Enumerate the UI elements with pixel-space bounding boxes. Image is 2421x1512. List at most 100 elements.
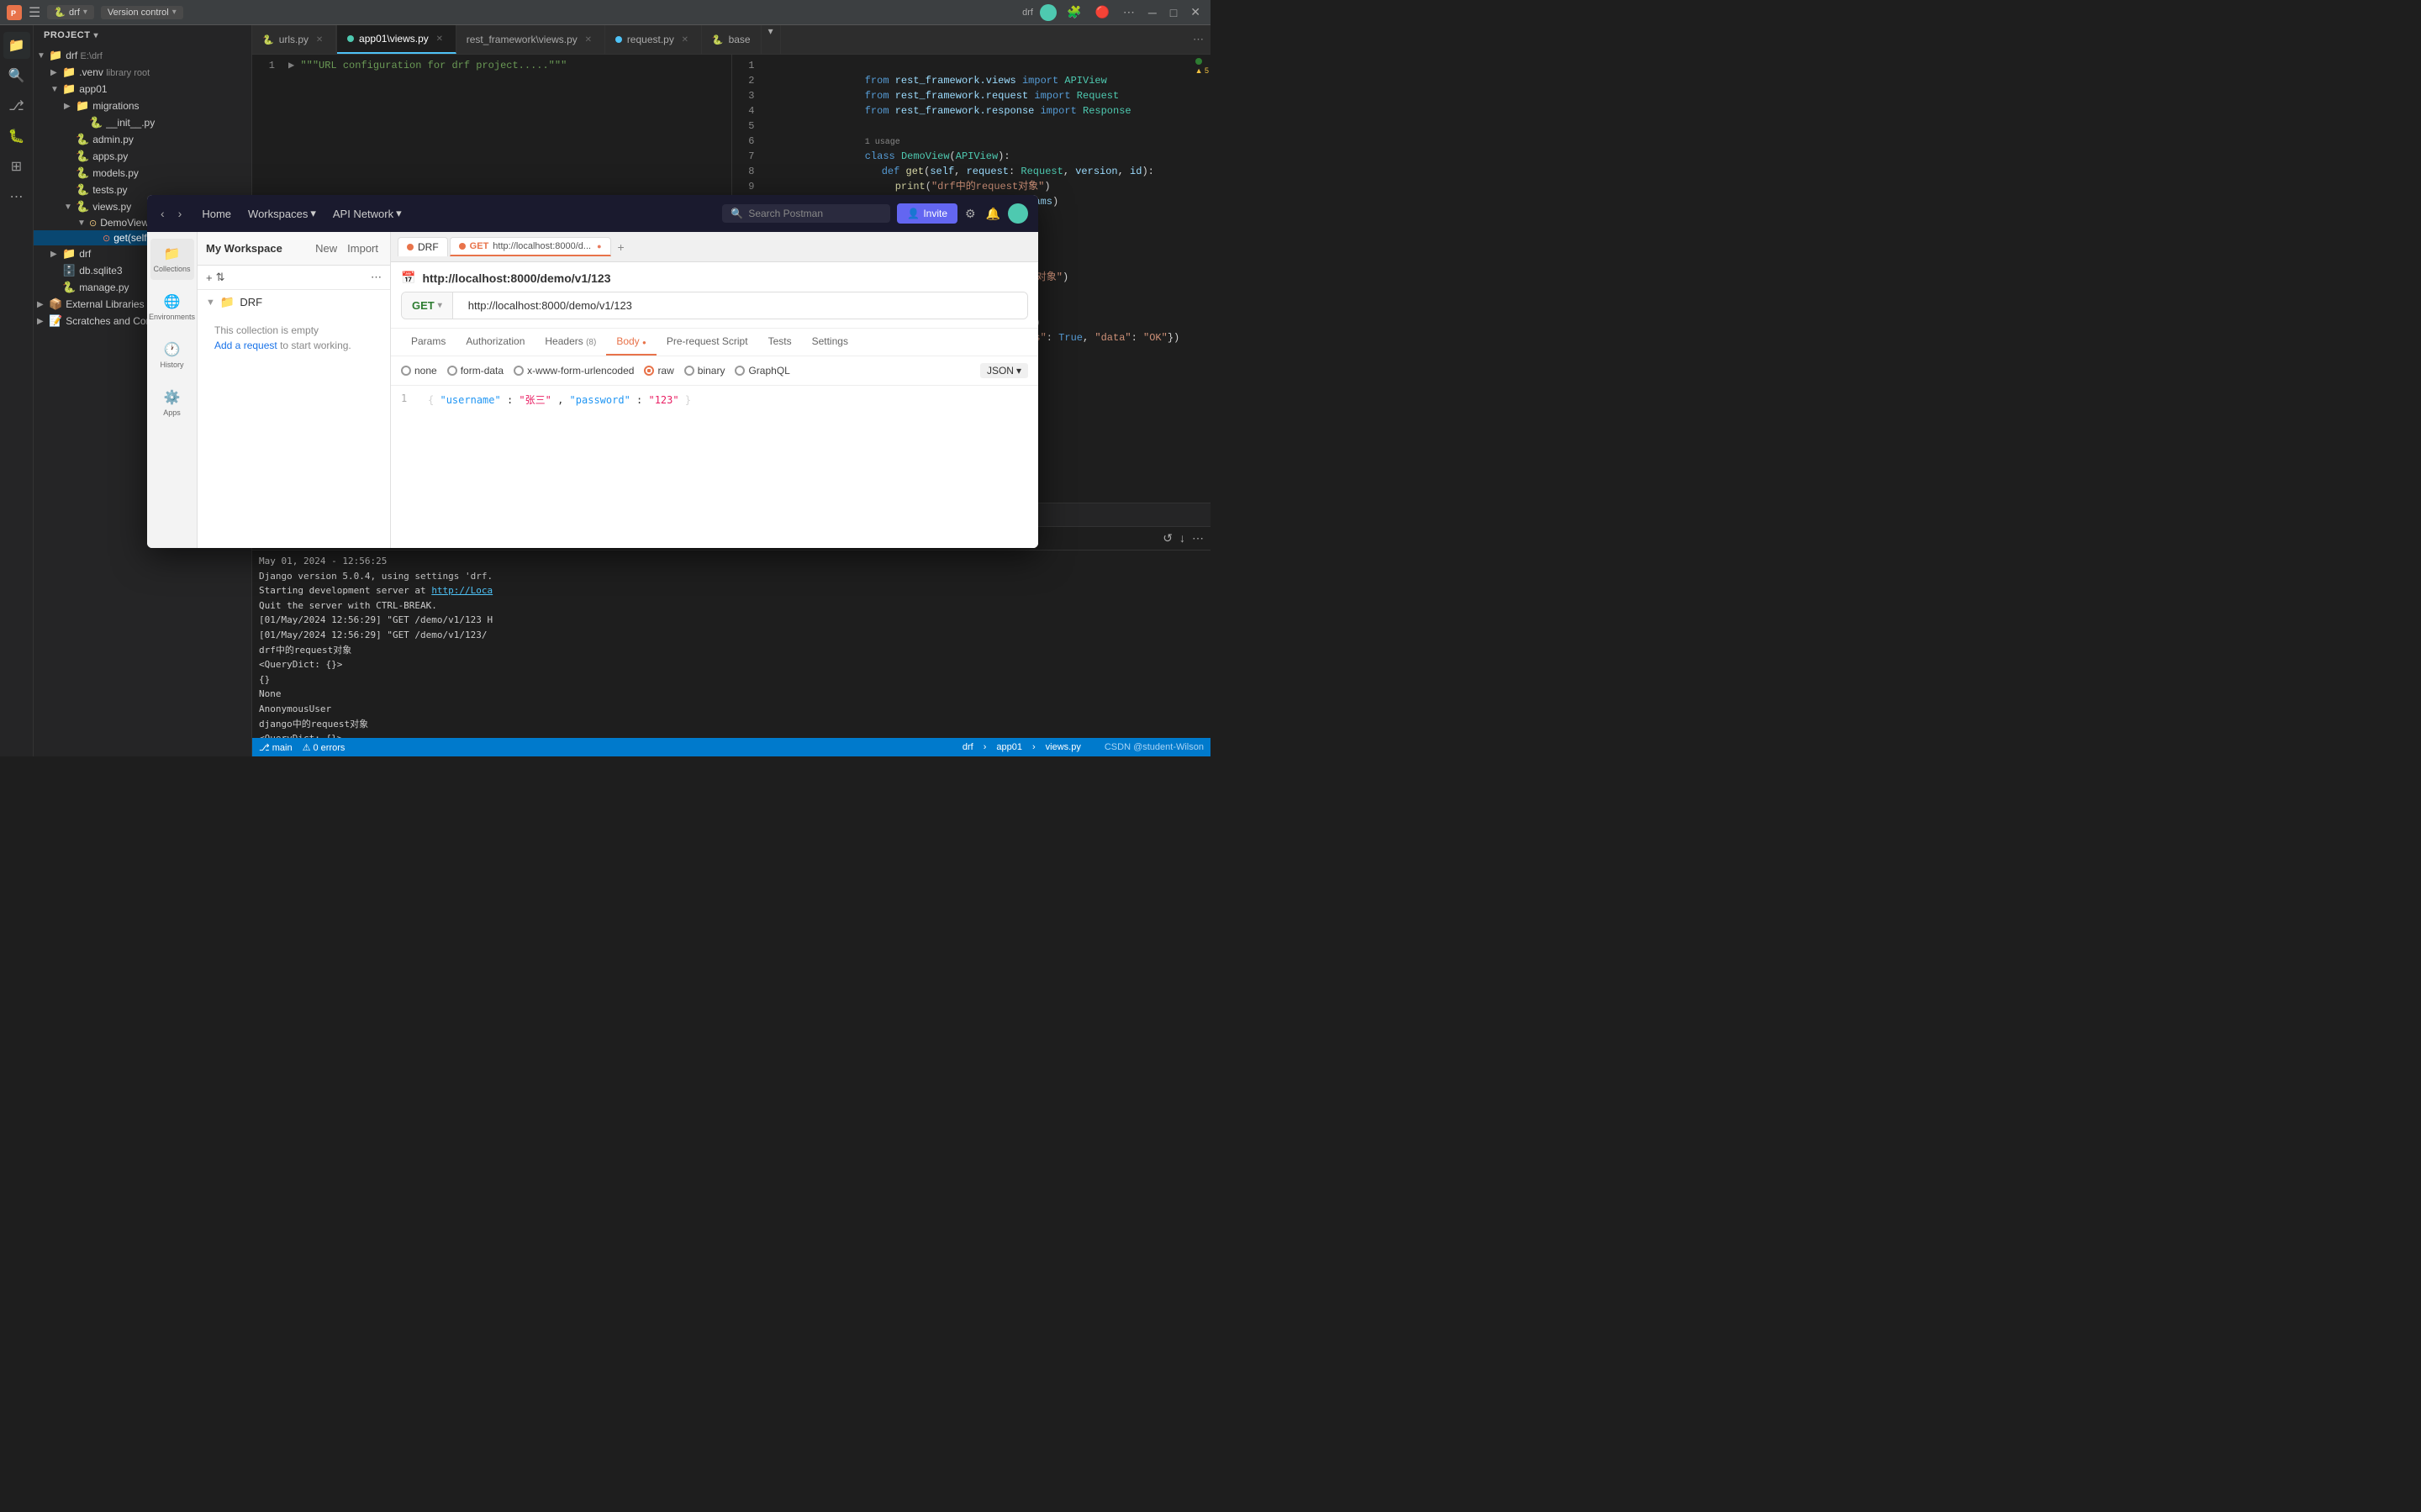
pm-add-collection-btn[interactable]: + bbox=[206, 271, 213, 284]
tab-more-icon[interactable]: ▾ bbox=[762, 25, 780, 54]
tree-item-init[interactable]: ▶ 🐍 __init__.py bbox=[34, 114, 251, 131]
pm-body-tab[interactable]: Body ● bbox=[606, 329, 657, 356]
tab-settings-icon[interactable]: ⋯ bbox=[1193, 33, 1204, 46]
pm-new-collection-btn[interactable]: New bbox=[312, 240, 340, 256]
pm-api-network-link[interactable]: API Network ▾ bbox=[326, 203, 409, 224]
user-avatar[interactable] bbox=[1040, 4, 1057, 21]
pm-method-dropdown[interactable]: GET ▾ bbox=[402, 292, 453, 319]
pm-format-dropdown[interactable]: JSON ▾ bbox=[980, 363, 1028, 378]
sidebar-search-icon[interactable]: 🔍 bbox=[3, 62, 30, 89]
tab-group-left: 🐍 urls.py ✕ bbox=[252, 25, 337, 54]
tab-request-py[interactable]: request.py ✕ bbox=[605, 25, 702, 54]
pm-code-line-1: 1 { "username" : "张三" , "password" : "12… bbox=[401, 392, 1028, 407]
pm-body-raw[interactable]: raw bbox=[644, 365, 673, 377]
pm-url-input[interactable] bbox=[460, 292, 1027, 319]
sidebar-extensions-icon[interactable]: ⊞ bbox=[3, 153, 30, 180]
tree-item-drf[interactable]: ▼ 📁 drf E:\drf bbox=[34, 47, 251, 64]
tree-item-models[interactable]: ▶ 🐍 models.py bbox=[34, 165, 251, 182]
pm-add-tab-btn[interactable]: + bbox=[613, 239, 630, 256]
pm-prerequest-tab[interactable]: Pre-request Script bbox=[657, 329, 758, 356]
status-views: views.py bbox=[1046, 742, 1081, 752]
pm-bell-icon[interactable]: 🔔 bbox=[984, 204, 1003, 224]
pm-body: 📁 Collections 🌐 Environments 🕐 History ⚙… bbox=[147, 232, 1038, 548]
more-run-options-icon[interactable]: ⋯ bbox=[1192, 531, 1204, 545]
sidebar-debug-icon[interactable]: 🐛 bbox=[3, 123, 30, 150]
pm-body-binary-radio[interactable] bbox=[684, 366, 694, 376]
pm-params-tab[interactable]: Params bbox=[401, 329, 456, 356]
status-bar-right: drf › app01 › views.py CSDN @student-Wil… bbox=[963, 742, 1204, 752]
more-options-icon[interactable]: ⋯ bbox=[1120, 3, 1138, 21]
sidebar-files-icon[interactable]: 📁 bbox=[3, 32, 30, 59]
pm-main-area: DRF GET http://localhost:8000/d... ● + 📅… bbox=[391, 232, 1038, 548]
pm-settings-icon[interactable]: ⚙ bbox=[963, 204, 978, 224]
hamburger-menu[interactable]: ☰ bbox=[29, 4, 40, 21]
pm-body-code-area[interactable]: 1 { "username" : "张三" , "password" : "12… bbox=[391, 386, 1038, 548]
pm-get-tab[interactable]: GET http://localhost:8000/d... ● bbox=[450, 237, 611, 256]
minimize-icon[interactable]: ─ bbox=[1145, 4, 1160, 21]
pm-history-nav-item[interactable]: 🕐 History bbox=[150, 335, 194, 376]
tab-base[interactable]: 🐍 base bbox=[702, 25, 762, 54]
pm-user-avatar[interactable] bbox=[1008, 203, 1028, 224]
pm-apps-icon: ⚙️ bbox=[164, 389, 181, 406]
pm-method-chevron: ▾ bbox=[438, 301, 442, 310]
pm-collection-empty-msg: This collection is empty Add a request t… bbox=[198, 314, 390, 361]
maximize-icon[interactable]: □ bbox=[1167, 4, 1180, 21]
pm-drf-tab[interactable]: DRF bbox=[398, 237, 448, 256]
tree-item-app01[interactable]: ▼ 📁 app01 bbox=[34, 81, 251, 97]
sidebar-git-icon[interactable]: ⎇ bbox=[3, 92, 30, 119]
plugins-icon[interactable]: 🧩 bbox=[1063, 3, 1084, 21]
pm-history-icon: 🕐 bbox=[164, 341, 181, 358]
pm-url-bar: 📅 http://localhost:8000/demo/v1/123 GET … bbox=[391, 262, 1038, 329]
pm-forward-btn[interactable]: › bbox=[175, 205, 186, 222]
pm-body-urlencoded[interactable]: x-www-form-urlencoded bbox=[514, 365, 634, 377]
pm-body-none[interactable]: none bbox=[401, 365, 437, 377]
pm-body-binary[interactable]: binary bbox=[684, 365, 725, 377]
tree-item-admin[interactable]: ▶ 🐍 admin.py bbox=[34, 131, 251, 148]
pm-collections-nav-item[interactable]: 📁 Collections bbox=[150, 239, 194, 280]
pm-tests-tab[interactable]: Tests bbox=[758, 329, 802, 356]
pm-drf-collection[interactable]: ▼ 📁 DRF bbox=[198, 290, 390, 314]
pm-body-graphql[interactable]: GraphQL bbox=[735, 365, 789, 377]
pm-add-request-hint: Add a request to start working. bbox=[214, 340, 373, 351]
pm-more-collection-btn[interactable]: ⋯ bbox=[371, 271, 382, 284]
pm-settings-tab[interactable]: Settings bbox=[802, 329, 858, 356]
pm-body-none-radio[interactable] bbox=[401, 366, 411, 376]
branch-selector[interactable]: Version control ▾ bbox=[101, 6, 183, 19]
pm-body-raw-radio[interactable] bbox=[644, 366, 654, 376]
pm-empty-text: This collection is empty bbox=[214, 324, 373, 336]
project-selector[interactable]: 🐍 drf ▾ bbox=[47, 5, 94, 19]
tab-views-py[interactable]: app01\views.py ✕ bbox=[337, 25, 456, 54]
rerun-icon[interactable]: ↺ bbox=[1163, 531, 1173, 545]
notification-icon[interactable]: 🔴 bbox=[1091, 3, 1112, 21]
pm-add-request-link[interactable]: Add a request bbox=[214, 340, 277, 351]
tree-item-migrations[interactable]: ▶ 📁 migrations bbox=[34, 97, 251, 114]
pm-apps-nav-item[interactable]: ⚙️ Apps bbox=[150, 382, 194, 424]
tab-urls-py[interactable]: 🐍 urls.py ✕ bbox=[252, 25, 336, 54]
tree-item-venv[interactable]: ▶ 📁 .venv library root bbox=[34, 64, 251, 81]
pm-body-graphql-radio[interactable] bbox=[735, 366, 745, 376]
close-icon[interactable]: ✕ bbox=[1187, 3, 1204, 21]
tree-item-apps[interactable]: ▶ 🐍 apps.py bbox=[34, 148, 251, 165]
scroll-to-end-icon[interactable]: ↓ bbox=[1179, 531, 1185, 545]
run-output: May 01, 2024 - 12:56:25 Django version 5… bbox=[252, 551, 1210, 738]
pm-home-link[interactable]: Home bbox=[195, 204, 238, 224]
pm-body-urlencoded-radio[interactable] bbox=[514, 366, 524, 376]
pm-invite-btn[interactable]: 👤 Invite bbox=[897, 203, 957, 224]
pm-headers-tab[interactable]: Headers (8) bbox=[535, 329, 606, 356]
activity-bar: 📁 🔍 ⎇ 🐛 ⊞ ⋯ bbox=[0, 25, 34, 756]
pm-search-bar[interactable]: 🔍 Search Postman bbox=[722, 204, 890, 223]
pm-environments-label: Environments bbox=[149, 313, 195, 321]
pm-environments-nav-item[interactable]: 🌐 Environments bbox=[150, 287, 194, 328]
pm-back-btn[interactable]: ‹ bbox=[157, 205, 168, 222]
pm-body-formdata-radio[interactable] bbox=[447, 366, 457, 376]
pm-auth-tab[interactable]: Authorization bbox=[456, 329, 535, 356]
pm-body-options: none form-data x-www-form-urlencoded raw… bbox=[391, 356, 1038, 386]
tab-rf-views[interactable]: rest_framework\views.py ✕ bbox=[456, 25, 605, 54]
pm-drf-tab-icon bbox=[407, 244, 414, 250]
pm-workspaces-link[interactable]: Workspaces ▾ bbox=[241, 203, 323, 224]
sidebar-dots-icon[interactable]: ⋯ bbox=[3, 183, 30, 210]
pm-import-btn[interactable]: Import bbox=[344, 240, 382, 256]
pm-sort-btn[interactable]: ⇅ bbox=[216, 271, 225, 284]
pm-body-formdata[interactable]: form-data bbox=[447, 365, 504, 377]
pm-code-content: { "username" : "张三" , "password" : "123"… bbox=[428, 392, 691, 407]
